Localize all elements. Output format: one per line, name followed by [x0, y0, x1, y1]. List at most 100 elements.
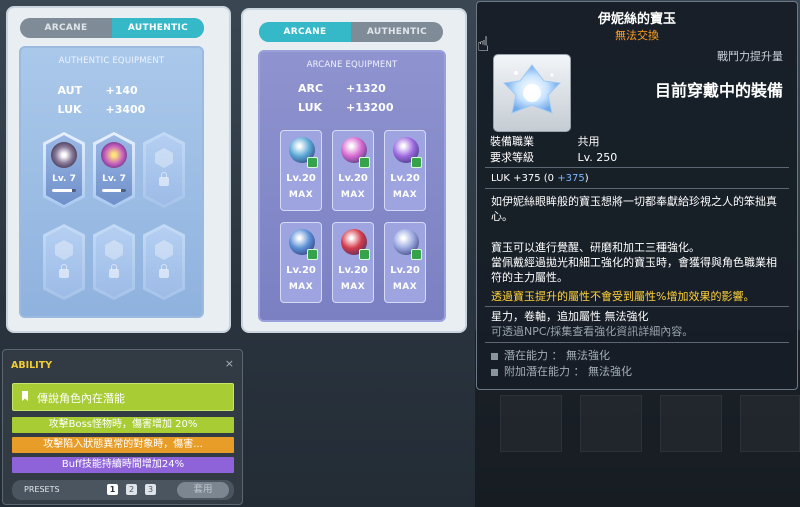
- flag-icon: [22, 391, 28, 401]
- stat-name: LUK: [57, 103, 82, 116]
- lock-icon: [307, 249, 318, 260]
- max-label: MAX: [288, 282, 314, 292]
- tab-authentic[interactable]: AUTHENTIC: [351, 22, 443, 42]
- item-image: [493, 54, 571, 132]
- symbol-level: Lv.20: [338, 265, 368, 276]
- arcane-symbol-window: ARCANE AUTHENTIC ARCANE EQUIPMENT ARC +1…: [241, 8, 467, 333]
- authentic-symbol-slot[interactable]: Lv. 7: [43, 132, 85, 208]
- req-level-row: 要求等級 Lv. 250: [490, 149, 617, 165]
- req-level-label: 要求等級: [490, 151, 534, 164]
- arcane-symbol-card[interactable]: Lv.20 MAX: [384, 130, 426, 211]
- close-icon[interactable]: ×: [225, 357, 234, 370]
- arcane-symbol-card[interactable]: Lv.20 MAX: [332, 130, 374, 211]
- arcane-symbol-card[interactable]: Lv.20 MAX: [384, 222, 426, 303]
- preset-1-button[interactable]: 1: [107, 484, 118, 495]
- item-name: 伊妮絲的寶玉: [597, 12, 676, 27]
- arcane-equipment-box: ARCANE EQUIPMENT ARC +1320 LUK +13200 Lv…: [258, 50, 446, 322]
- stat-notice: 透過寶玉提升的屬性不會受到屬性%增加效果的影響。: [491, 290, 755, 303]
- potential-row: 潛在能力 ： 無法強化: [491, 347, 610, 363]
- item-description: 如伊妮絲眼眸般的寶玉想將一切都奉獻給珍視之人的笨拙真心。: [491, 195, 777, 223]
- arcus-symbol-icon: [101, 142, 127, 168]
- currently-wearing-label: 目前穿戴中的裝備: [654, 81, 783, 100]
- bonus-potential-row: 附加潛在能力 ： 無法強化: [491, 363, 632, 379]
- empty-symbol-slot[interactable]: [143, 224, 185, 300]
- stat-value: +13200: [346, 101, 394, 114]
- authentic-symbol-slot[interactable]: Lv. 7: [93, 132, 135, 208]
- enhance-description: 寶玉可以進行覺醒、研磨和加工三種強化。: [491, 241, 700, 254]
- symbol-progress-bar: [102, 189, 126, 192]
- max-label: MAX: [288, 190, 314, 200]
- equipment-tabs: ARCANE AUTHENTIC: [259, 22, 443, 42]
- divider: [485, 167, 789, 168]
- req-level-value: Lv. 250: [577, 151, 618, 164]
- trade-status: 無法交換: [615, 29, 659, 42]
- tab-arcane[interactable]: ARCANE: [20, 18, 112, 38]
- lock-icon: [411, 249, 422, 260]
- max-label: MAX: [340, 190, 366, 200]
- preset-2-button[interactable]: 2: [126, 484, 137, 495]
- tab-arcane[interactable]: ARCANE: [259, 22, 351, 42]
- max-label: MAX: [392, 282, 418, 292]
- authentic-symbol-window: ARCANE AUTHENTIC AUTHENTIC EQUIPMENT AUT…: [6, 6, 231, 333]
- arcane-symbol-card[interactable]: Lv.20 MAX: [280, 222, 322, 303]
- symbol-level: Lv. 7: [52, 174, 76, 184]
- lock-icon: [411, 157, 422, 168]
- arcane-symbol-card[interactable]: Lv.20 MAX: [280, 130, 322, 211]
- lock-icon: [109, 264, 119, 278]
- lock-icon: [359, 157, 370, 168]
- background-tile: [740, 395, 800, 452]
- polish-description: 當佩戴經過拋光和細工強化的寶玉時，會獲得與角色職業相符的主力屬性。: [491, 256, 777, 284]
- background-tile: [660, 395, 722, 452]
- presets-label: PRESETS: [24, 485, 60, 494]
- ability-line: 攻擊Boss怪物時，傷害增加 20%: [12, 417, 234, 433]
- npc-hint: 可透過NPC/採集查看強化資訊詳細內容。: [491, 325, 694, 338]
- apply-button[interactable]: 套用: [177, 482, 229, 498]
- symbol-level: Lv.20: [390, 173, 420, 184]
- stat-row-luk: LUK +13200: [260, 101, 444, 114]
- stat-row-luk: LUK +3400: [21, 103, 202, 116]
- potential-icon: [491, 368, 498, 376]
- symbol-level: Lv.20: [286, 173, 316, 184]
- lock-icon: [307, 157, 318, 168]
- power-increase-label: 戰鬥力提升量: [717, 50, 783, 63]
- divider: [485, 306, 789, 307]
- empty-symbol-slot[interactable]: [43, 224, 85, 300]
- ability-grade-bar: 傳說角色內在潛能: [12, 383, 234, 411]
- ability-window: ABILITY × 傳說角色內在潛能 攻擊Boss怪物時，傷害增加 20% 攻擊…: [2, 349, 243, 505]
- lock-icon: [159, 172, 169, 186]
- cernium-symbol-icon: [51, 142, 77, 168]
- stat-row-aut: AUT +140: [21, 84, 202, 97]
- arcane-symbol-card[interactable]: Lv.20 MAX: [332, 222, 374, 303]
- lock-icon: [59, 264, 69, 278]
- background-tile: [580, 395, 642, 452]
- symbol-level: Lv.20: [286, 265, 316, 276]
- ability-line: Buff技能持續時間增加24%: [12, 457, 234, 473]
- empty-symbol-slot[interactable]: [93, 224, 135, 300]
- divider: [485, 188, 789, 189]
- max-label: MAX: [392, 190, 418, 200]
- background-tile: [500, 395, 562, 452]
- req-job-label: 裝備職業: [490, 135, 534, 148]
- ability-title: ABILITY: [11, 360, 53, 371]
- max-label: MAX: [340, 282, 366, 292]
- equipment-tabs: ARCANE AUTHENTIC: [20, 18, 204, 38]
- item-tooltip: ☝ 伊妮絲的寶玉 無法交換 戰鬥力提升量 目前穿戴中的裝備 裝備職業 共用 要求…: [476, 1, 798, 390]
- symbol-progress-bar: [52, 189, 76, 192]
- preset-3-button[interactable]: 3: [145, 484, 156, 495]
- lock-icon: [359, 249, 370, 260]
- stat-name: LUK: [298, 101, 323, 114]
- stat-row-arc: ARC +1320: [260, 82, 444, 95]
- symbol-level: Lv.20: [390, 265, 420, 276]
- tab-authentic[interactable]: AUTHENTIC: [112, 18, 204, 38]
- equipment-title: ARCANE EQUIPMENT: [306, 60, 398, 70]
- stat-value: +3400: [105, 103, 146, 116]
- empty-symbol-slot[interactable]: [143, 132, 185, 208]
- equipment-title: AUTHENTIC EQUIPMENT: [58, 56, 165, 66]
- stat-value: +140: [105, 84, 138, 97]
- req-job-value: 共用: [577, 135, 600, 148]
- stat-name: ARC: [298, 82, 324, 95]
- symbol-level: Lv.20: [338, 173, 368, 184]
- jewel-icon: [502, 64, 562, 114]
- divider: [485, 342, 789, 343]
- presets-bar: PRESETS 1 2 3 套用: [12, 480, 234, 500]
